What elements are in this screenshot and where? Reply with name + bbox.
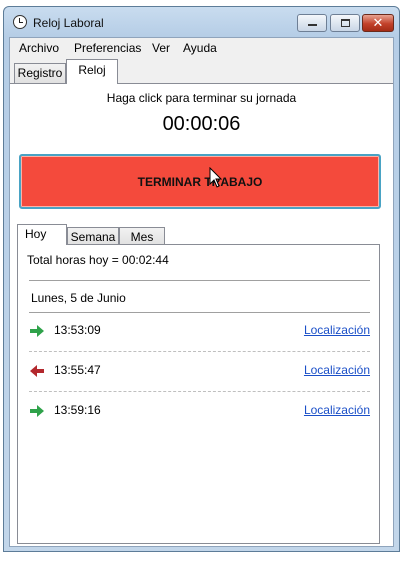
list-item: 13:53:09 Localización [29, 321, 370, 343]
client-area: Archivo Preferencias Ver Ayuda Registro … [9, 37, 394, 547]
green-right-arrow-icon [30, 325, 44, 337]
menu-ayuda[interactable]: Ayuda [183, 41, 217, 55]
close-icon: ✕ [372, 15, 384, 30]
maximize-button[interactable] [330, 14, 360, 32]
elapsed-timer: 00:00:06 [162, 113, 241, 135]
list-item: 13:59:16 Localización [29, 401, 370, 423]
title-bar[interactable]: Reloj Laboral ✕ [4, 7, 399, 37]
menu-ver[interactable]: Ver [152, 41, 170, 55]
tab-registro[interactable]: Registro [14, 63, 66, 83]
menu-preferencias[interactable]: Preferencias [74, 41, 141, 55]
period-tab-strip: Hoy Semana Mes [17, 224, 380, 246]
dashed-separator [29, 351, 370, 352]
reloj-page: Haga click para terminar su jornada 00:0… [10, 83, 393, 546]
dashed-separator [29, 391, 370, 392]
green-right-arrow-icon [30, 405, 44, 417]
menu-bar: Archivo Preferencias Ver Ayuda [10, 38, 393, 57]
mouse-pointer-icon [209, 167, 223, 188]
tab-reloj[interactable]: Reloj [66, 59, 118, 84]
window-title: Reloj Laboral [33, 16, 104, 30]
entry-time: 13:59:16 [54, 403, 101, 417]
entry-time: 13:53:09 [54, 323, 101, 337]
app-window: Reloj Laboral ✕ Archivo Preferencias Ver… [3, 6, 400, 552]
menu-archivo[interactable]: Archivo [19, 41, 59, 55]
localizacion-link[interactable]: Localización [304, 323, 370, 337]
instruction-text: Haga click para terminar su jornada [106, 91, 297, 105]
clock-icon [13, 15, 27, 29]
minimize-button[interactable] [297, 14, 327, 32]
maximize-icon [341, 19, 350, 27]
divider [29, 312, 370, 313]
hoy-panel: Total horas hoy = 00:02:44 Lunes, 5 de J… [17, 244, 380, 544]
localizacion-link[interactable]: Localización [304, 403, 370, 417]
day-date: Lunes, 5 de Junio [31, 291, 126, 305]
close-button[interactable]: ✕ [362, 14, 394, 32]
total-hours-today: Total horas hoy = 00:02:44 [27, 253, 169, 267]
tab-semana[interactable]: Semana [67, 227, 119, 245]
minimize-icon [308, 24, 317, 26]
tab-hoy[interactable]: Hoy [17, 224, 67, 245]
tab-mes[interactable]: Mes [119, 227, 165, 245]
terminar-trabajo-label: TERMINAR TRABAJO [137, 175, 263, 189]
localizacion-link[interactable]: Localización [304, 363, 370, 377]
terminar-trabajo-button[interactable]: TERMINAR TRABAJO [19, 154, 381, 209]
main-tab-strip: Registro Reloj [10, 57, 393, 84]
red-left-arrow-icon [30, 365, 44, 377]
list-item: 13:55:47 Localización [29, 361, 370, 383]
divider [29, 280, 370, 281]
entry-time: 13:55:47 [54, 363, 101, 377]
